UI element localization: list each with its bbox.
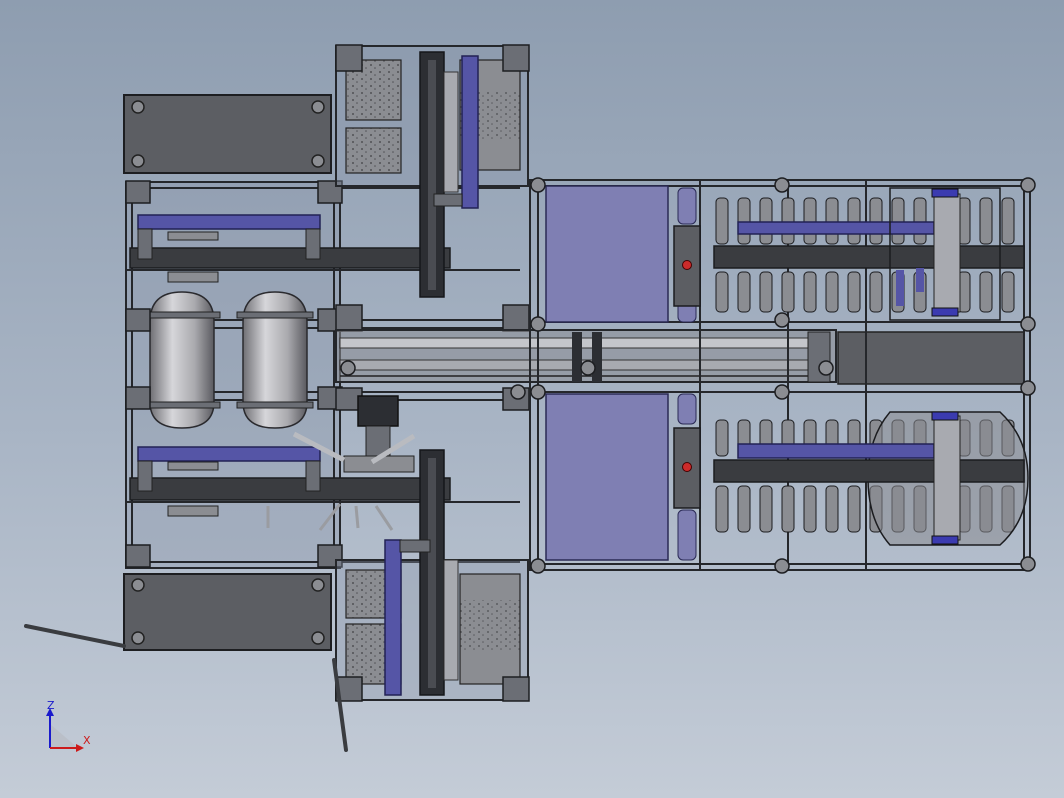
roller-slat [891,197,905,245]
roller-slat [715,485,729,533]
roller-slat [803,485,817,533]
frame-corner-bolt [1020,380,1036,396]
frame-corner-bolt [530,384,546,400]
frame-corner-bolt [774,312,790,328]
roller-slat [737,197,751,245]
frame-corner-bolt [530,316,546,332]
roller-slat [847,271,861,313]
left-top-cover-panel [123,94,332,174]
frame-corner-bolt [1020,316,1036,332]
central-horizontal-beams [335,329,1025,385]
cad-viewport[interactable]: Z X [0,0,1064,798]
roller-slat [737,271,751,313]
roller-slat [715,419,729,457]
roller-slat [869,271,883,313]
frame-corner-bolt [580,360,596,376]
roller-slat [781,197,795,245]
roller-slat [913,197,927,245]
pressure-tank-left [143,291,221,429]
coordinate-triad [46,708,84,752]
roller-slat [825,485,839,533]
roller-slat [781,485,795,533]
frame-corner-bolt [774,384,790,400]
roller-slat [759,197,773,245]
roller-slat [869,197,883,245]
roller-slat [825,197,839,245]
frame-corner-bolt [530,177,546,193]
roller-slat [737,485,751,533]
roller-slat [759,485,773,533]
frame-corner-bolt [774,177,790,193]
z-axis-label: Z [47,699,55,712]
roller-slat [715,271,729,313]
frame-corner-bolt [1020,556,1036,572]
frame-corner-bolt [818,360,834,376]
roller-slat [979,197,993,245]
roller-slat [1001,271,1015,313]
roller-slat [979,271,993,313]
roller-slat [781,271,795,313]
roller-slat [825,271,839,313]
roller-slat [803,197,817,245]
left-bottom-cover-panel [123,573,332,651]
roller-slat [803,271,817,313]
roller-slat [847,197,861,245]
frame-corner-bolt [774,558,790,574]
frame-corner-bolt [1020,177,1036,193]
roller-slat [1001,197,1015,245]
frame-corner-bolt [340,360,356,376]
roller-slat [759,271,773,313]
roller-slat [847,485,861,533]
frame-corner-bolt [530,558,546,574]
frame-corner-bolt [510,384,526,400]
x-axis-label: X [83,734,91,747]
machine-assembly-drawing [24,44,1036,752]
roller-slat [715,197,729,245]
pressure-tank-right [236,291,314,429]
